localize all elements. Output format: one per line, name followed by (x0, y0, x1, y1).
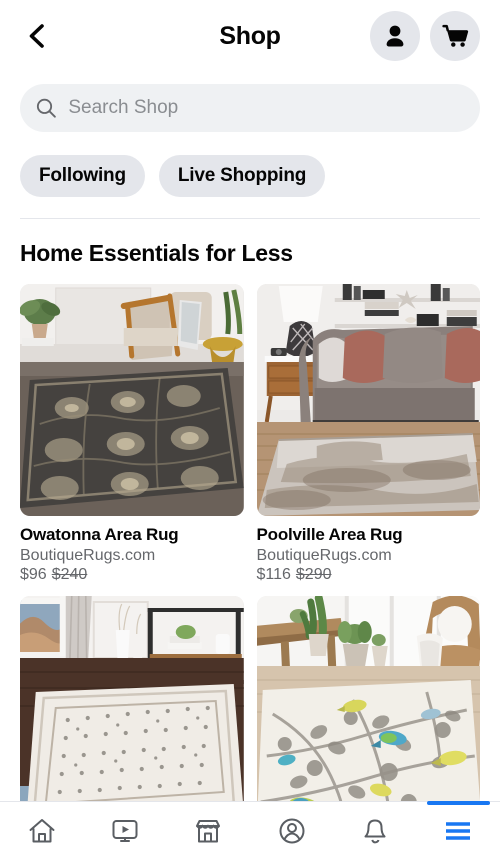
product-merchant: BoutiqueRugs.com (256, 547, 392, 564)
bottom-navigation (0, 801, 500, 859)
back-button[interactable] (16, 16, 56, 56)
watch-video-icon (112, 819, 138, 842)
bell-notifications-icon (364, 819, 386, 843)
product-title: Poolville Area Rug (256, 525, 403, 544)
product-card[interactable]: Owatonna Area Rug BoutiqueRugs.com $96 $2… (20, 284, 244, 584)
profile-button[interactable] (370, 11, 420, 61)
dark-charcoal-ornate-rug-image (20, 284, 244, 516)
search-icon (36, 98, 56, 118)
nav-item-profile[interactable] (250, 802, 333, 859)
shopping-cart-icon (441, 24, 468, 47)
hamburger-menu-icon (446, 821, 471, 840)
active-tab-indicator (426, 801, 490, 805)
nav-item-home[interactable] (0, 802, 83, 859)
chip-following[interactable]: Following (20, 155, 145, 197)
abstract-gray-rug-with-sofa-image (256, 284, 480, 516)
product-merchant: BoutiqueRugs.com (20, 547, 156, 564)
filter-chips: Following Live Shopping (0, 132, 500, 197)
product-price: $96 (20, 566, 47, 583)
home-icon (29, 818, 55, 842)
person-icon (386, 25, 404, 47)
product-price-row: $96 $240 (20, 566, 244, 584)
product-price-row: $116 $290 (257, 566, 481, 584)
product-card[interactable] (256, 596, 480, 828)
product-image[interactable] (256, 284, 480, 516)
app-header: Shop (0, 0, 500, 72)
section-title: Home Essentials for Less (20, 240, 293, 266)
product-price: $116 (256, 566, 291, 583)
chip-live-shopping[interactable]: Live Shopping (158, 155, 326, 197)
nav-item-menu[interactable] (417, 801, 500, 859)
product-image[interactable] (20, 596, 244, 828)
nav-item-notifications[interactable] (333, 802, 416, 859)
chevron-left-icon (29, 24, 44, 48)
cream-floral-bird-rug-image (256, 596, 480, 828)
product-image[interactable] (256, 596, 480, 828)
search-input[interactable] (68, 97, 464, 119)
product-image[interactable] (20, 284, 244, 516)
nav-item-watch[interactable] (83, 802, 166, 859)
profile-circle-icon (279, 818, 305, 843)
cart-button[interactable] (430, 11, 480, 61)
product-card[interactable]: Poolville Area Rug BoutiqueRugs.com $116… (256, 284, 481, 584)
shop-screen: Shop Search Shop Following Live Shopping… (0, 0, 500, 859)
search-section (0, 72, 500, 132)
product-original-price: $240 (51, 566, 88, 583)
product-card[interactable] (20, 596, 244, 828)
product-grid: Owatonna Area Rug BoutiqueRugs.com $96 $2… (0, 267, 500, 828)
product-original-price: $290 (295, 566, 332, 583)
header-actions (370, 11, 480, 61)
nav-item-marketplace[interactable] (167, 802, 250, 859)
search-bar[interactable] (20, 84, 480, 132)
product-title: Owatonna Area Rug (20, 525, 179, 544)
cream-diamond-pattern-rug-image (20, 596, 244, 828)
marketplace-store-icon (196, 819, 221, 842)
